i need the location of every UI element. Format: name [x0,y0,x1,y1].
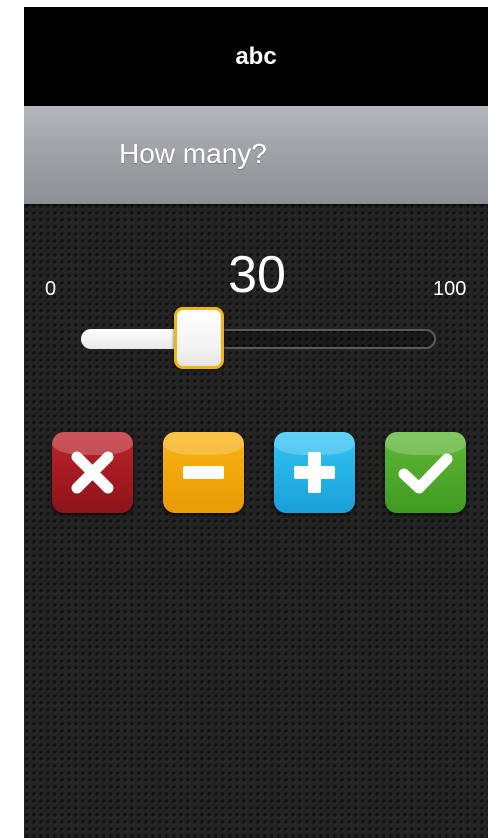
phone-screen: abc How many? 0 30 100 [24,7,488,838]
slider-max-label: 100 [433,278,467,300]
prompt-text: How many? [119,138,267,169]
decrement-button[interactable] [163,432,244,513]
close-icon [71,451,114,494]
slider-thumb[interactable] [174,307,225,369]
minus-icon [183,466,224,479]
plus-icon [294,452,335,493]
checkmark-icon [398,453,453,494]
title-bar: abc [24,7,488,106]
app-title: abc [235,42,277,70]
increment-button[interactable] [274,432,355,513]
prompt-bar: How many? [24,106,488,204]
slider-value-display: 30 [228,246,286,304]
confirm-button[interactable] [385,432,466,513]
cancel-button[interactable] [52,432,133,513]
